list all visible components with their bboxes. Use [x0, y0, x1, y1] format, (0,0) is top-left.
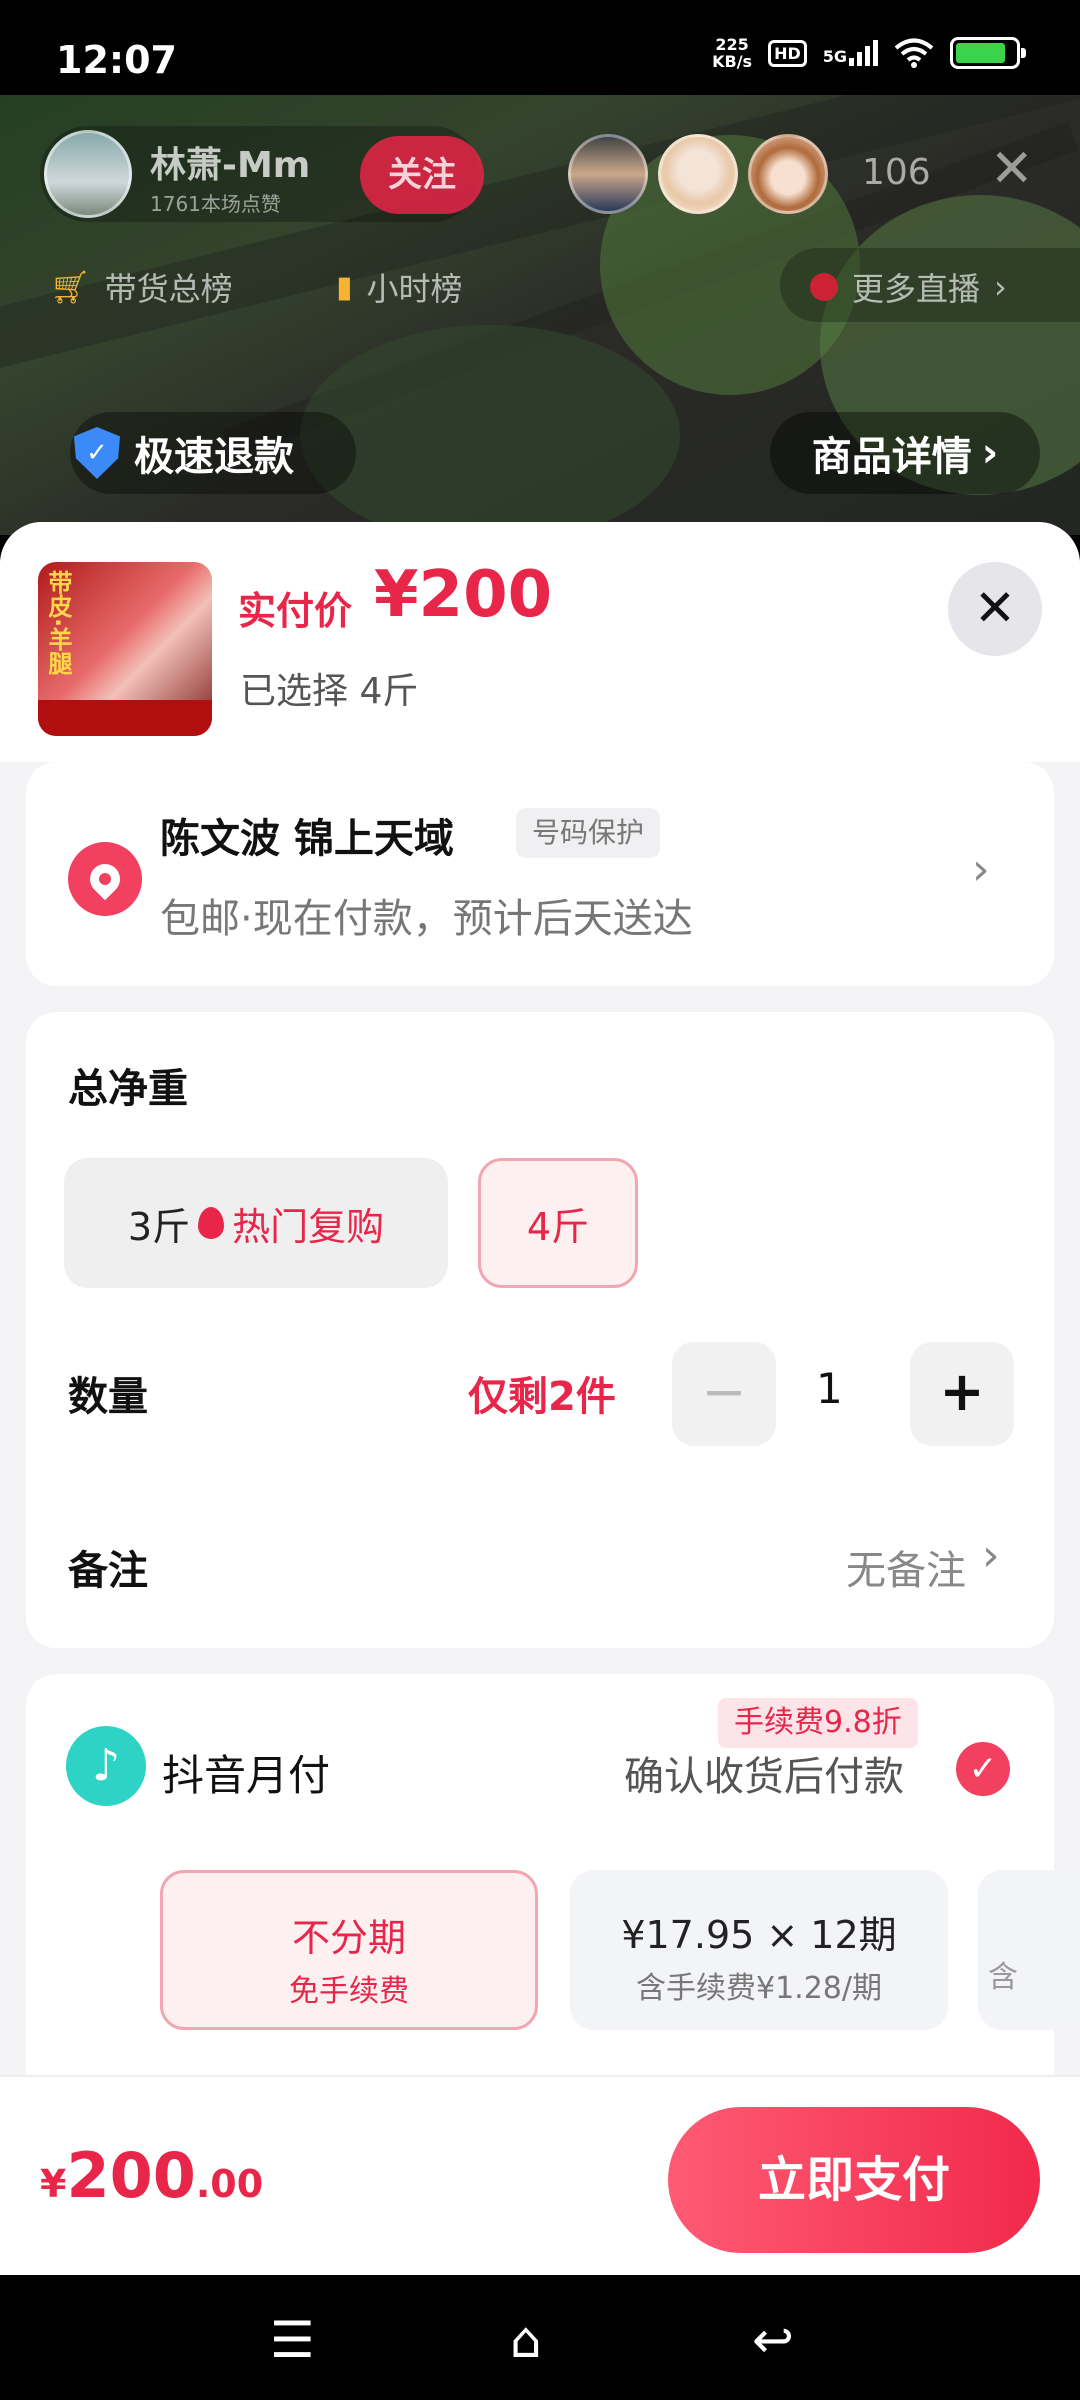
price-label: 实付价 — [238, 589, 353, 633]
bar-chart-icon: ▮ — [336, 269, 353, 305]
more-live: 更多直播 › — [810, 264, 1007, 310]
cart-icon: 🛒︎ — [50, 268, 91, 306]
host-avatar[interactable] — [44, 130, 132, 218]
signal-icon: 5G — [823, 40, 878, 66]
rank-sales[interactable]: 🛒︎ 带货总榜 — [50, 264, 233, 310]
flame-icon — [198, 1207, 225, 1239]
checkout-footer: ¥200.00 立即支付 — [0, 2075, 1080, 2275]
pay-now-button[interactable]: 立即支付 — [668, 2107, 1040, 2253]
quantity-minus-button[interactable]: − — [672, 1342, 776, 1446]
hot-rebuy-label: 热门复购 — [232, 1204, 385, 1249]
network-type: 5G — [822, 47, 847, 66]
total-amount: ¥200.00 — [40, 2139, 263, 2212]
product-thumbnail: 带皮·羊腿 — [38, 562, 212, 736]
quantity-plus-button[interactable]: + — [910, 1342, 1014, 1446]
selected-spec: 已选择 4斤 — [240, 671, 419, 712]
fee-discount-badge: 手续费9.8折 — [718, 1698, 918, 1748]
checkout-sheet: 带皮·羊腿 实付价 ¥200 已选择 4斤 ✕ 陈文波 锦上天域 号码保护 包邮… — [0, 522, 1080, 2275]
close-live-icon[interactable]: ✕ — [990, 143, 1034, 195]
viewer-avatar[interactable] — [748, 134, 828, 214]
host-name: 林萧-Mm — [150, 145, 311, 186]
plan-more-line2: 含 — [988, 1960, 1018, 1995]
delivery-info: 包邮·现在付款，预计后天送达 — [160, 896, 693, 942]
product-detail-button[interactable]: 商品详情 › — [770, 412, 1040, 494]
privacy-badge: 号码保护 — [516, 808, 661, 858]
payment-note: 确认收货后付款 — [624, 1754, 904, 1800]
battery-level — [956, 43, 1006, 63]
rank-sales-label: 带货总榜 — [104, 270, 233, 308]
navigation-bar: ☰ ⌂ ↩ — [0, 2275, 1080, 2400]
viewer-avatar[interactable] — [658, 134, 738, 214]
shield-check-icon: ✓ — [74, 427, 120, 479]
remark-value[interactable]: 无备注 — [846, 1538, 966, 1596]
close-sheet-icon[interactable]: ✕ — [948, 562, 1042, 656]
stock-left: 仅剩2件 — [468, 1374, 616, 1420]
live-dot-icon — [810, 273, 838, 301]
quantity-title: 数量 — [68, 1374, 148, 1420]
viewer-count[interactable]: 106 — [862, 152, 931, 193]
total-integer: 200 — [66, 2139, 196, 2212]
price-value: ¥200 — [374, 558, 553, 632]
net-speed-unit: KB/s — [712, 52, 753, 71]
viewer-avatar[interactable] — [568, 134, 648, 214]
douyin-icon: ♪ — [66, 1726, 146, 1806]
more-live-label: 更多直播 — [852, 270, 981, 308]
wifi-icon — [894, 38, 934, 68]
net-speed: 225 KB/s — [712, 36, 752, 70]
plan-12-installments[interactable]: ¥17.95 × 12期 含手续费¥1.28/期 — [570, 1870, 948, 2030]
chevron-right-icon: › — [981, 430, 999, 476]
plan-12-line2: 含手续费¥1.28/期 — [636, 1971, 882, 2006]
follow-button[interactable]: 关注 — [360, 136, 484, 214]
status-time: 12:07 — [56, 38, 177, 82]
spec-option-3jin[interactable]: 3斤 热门复购 — [64, 1158, 448, 1288]
payment-method: 抖音月付 — [162, 1751, 331, 1800]
host-likes: 1761本场点赞 — [150, 192, 281, 216]
plan-none-line2: 免手续费 — [289, 1974, 409, 2009]
location-pin-icon — [68, 842, 142, 916]
hd-icon: HD — [768, 39, 807, 67]
spec-3-label: 3斤 — [127, 1204, 191, 1249]
plan-no-installment[interactable]: 不分期 免手续费 — [160, 1870, 538, 2030]
fast-refund-label: 极速退款 — [134, 434, 294, 480]
spec-option-4jin[interactable]: 4斤 — [478, 1158, 638, 1288]
rank-hour-label: 小时榜 — [366, 270, 463, 308]
total-decimal: .00 — [195, 2162, 264, 2206]
plan-none-line1: 不分期 — [291, 1916, 406, 1960]
status-bar: 12:07 225 KB/s HD 5G — [0, 0, 1080, 95]
rank-hour[interactable]: ▮ 小时榜 — [336, 264, 463, 310]
address-name: 陈文波 锦上天域 — [160, 816, 454, 862]
thumbnail-strip — [38, 700, 212, 736]
check-icon[interactable]: ✓ — [956, 1742, 1010, 1796]
chevron-right-icon: › — [994, 268, 1007, 306]
currency-symbol: ¥ — [40, 2162, 67, 2206]
sheet-header: 带皮·羊腿 实付价 ¥200 已选择 4斤 ✕ — [0, 522, 1080, 762]
chevron-right-icon[interactable]: › — [982, 1530, 1000, 1581]
weight-title: 总净重 — [68, 1066, 188, 1112]
battery-icon — [950, 37, 1026, 69]
menu-icon[interactable]: ☰ — [270, 2311, 315, 2369]
address-card[interactable]: 陈文波 锦上天域 号码保护 包邮·现在付款，预计后天送达 › — [26, 762, 1054, 986]
home-icon[interactable]: ⌂ — [510, 2311, 542, 2369]
product-detail-label: 商品详情 — [811, 434, 972, 480]
quantity-value: 1 — [816, 1364, 843, 1413]
fast-refund-tag[interactable]: ✓ 极速退款 — [70, 412, 356, 494]
back-icon[interactable]: ↩ — [752, 2311, 794, 2369]
options-card: 总净重 3斤 热门复购 4斤 数量 仅剩2件 − 1 + 备注 无备注 › — [26, 1012, 1054, 1648]
status-icons: 225 KB/s HD 5G — [712, 36, 1026, 70]
chevron-right-icon: › — [972, 844, 990, 895]
thumbnail-text: 带皮·羊腿 — [44, 570, 72, 676]
remark-title: 备注 — [68, 1548, 148, 1594]
plan-12-line1: ¥17.95 × 12期 — [621, 1913, 897, 1957]
more-live-button[interactable]: 更多直播 › — [780, 248, 1080, 322]
plan-more[interactable]: . 含 — [978, 1870, 1080, 2030]
net-speed-value: 225 — [715, 35, 749, 54]
